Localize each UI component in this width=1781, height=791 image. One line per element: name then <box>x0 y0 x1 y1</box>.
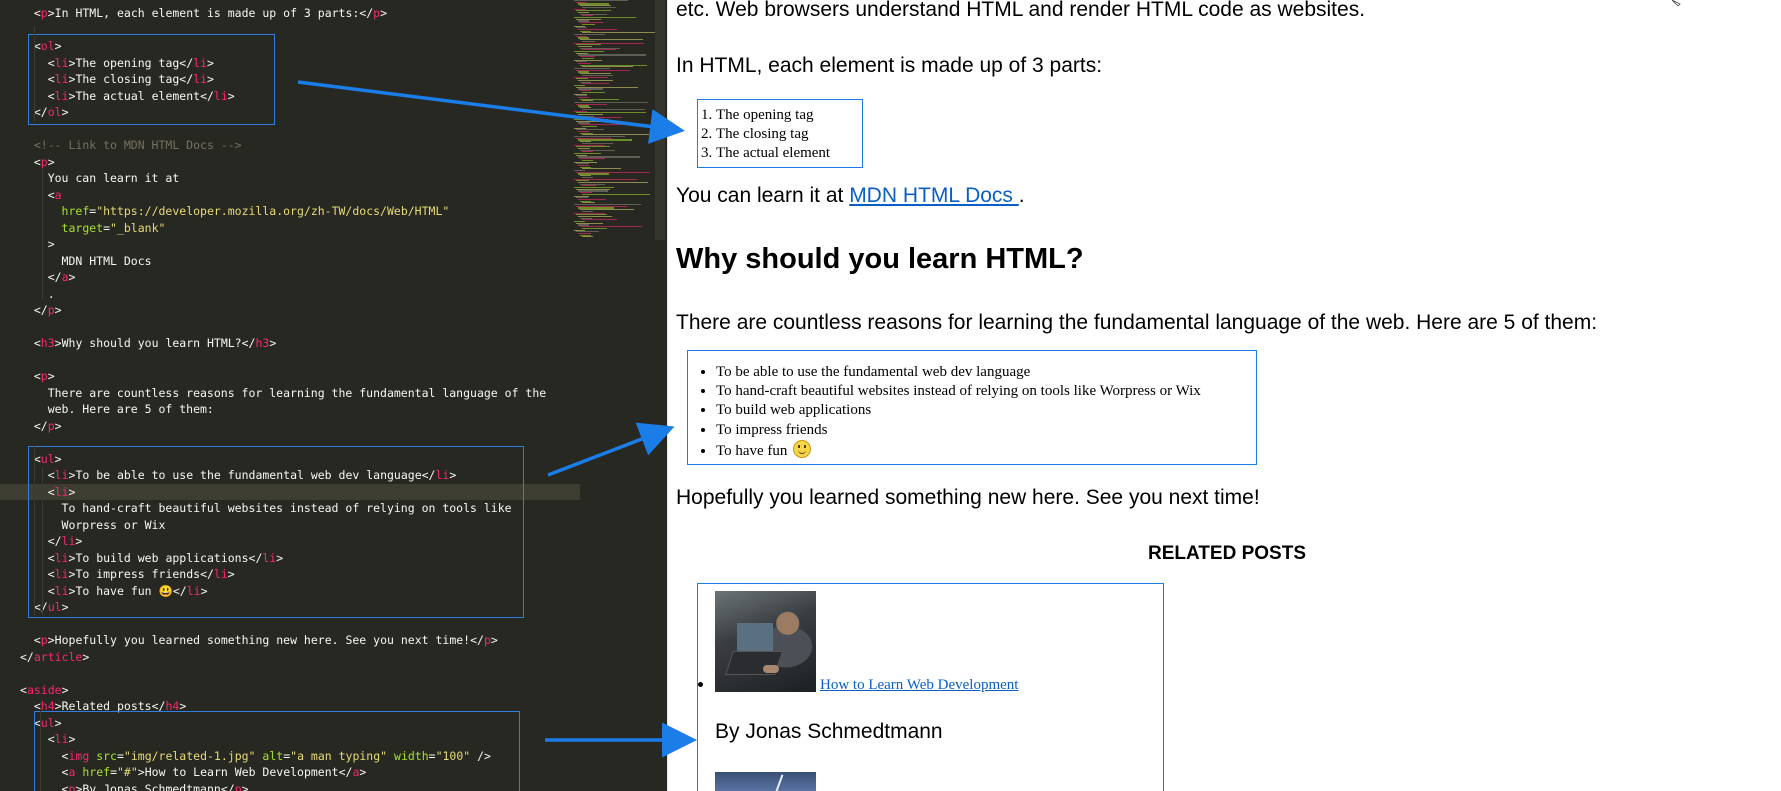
code-line[interactable]: <aside> <box>0 682 580 699</box>
code-line[interactable]: . <box>0 286 580 303</box>
learn-prefix: You can learn it at <box>676 184 850 207</box>
reasons-list-item: To build web applications <box>716 401 1256 420</box>
reasons-list-item: To have fun <box>716 439 1256 461</box>
indent-guide <box>42 467 43 615</box>
code-line[interactable]: </a> <box>0 269 580 286</box>
list-bullet <box>698 682 703 687</box>
minimap-line <box>582 227 607 229</box>
indent-guide <box>40 711 41 791</box>
minimap-line <box>582 168 622 170</box>
code-line[interactable]: <a <box>0 187 580 204</box>
reasons-paragraph: There are countless reasons for learning… <box>676 311 1598 334</box>
ordered-list: The opening tag The closing tag The actu… <box>698 106 862 164</box>
code-line[interactable]: <p>In HTML, each element is made up of 3… <box>0 5 580 22</box>
ul-highlight-box <box>28 446 524 618</box>
code-line[interactable]: There are countless reasons for learning… <box>0 385 580 402</box>
code-editor[interactable]: <p>In HTML, each element is made up of 3… <box>0 0 667 791</box>
code-line[interactable]: web. Here are 5 of them: <box>0 401 580 418</box>
intro-paragraph-tail: etc. Web browsers understand HTML and re… <box>676 0 1366 21</box>
aside-ul-highlight-box <box>34 711 520 791</box>
laptop-screen-shape <box>737 623 773 651</box>
code-line[interactable]: href="https://developer.mozilla.org/zh-T… <box>0 203 580 220</box>
reasons-list-item: To impress friends <box>716 421 1256 440</box>
related-post-link[interactable]: How to Learn Web Development <box>820 677 1018 694</box>
code-line[interactable]: <!-- Link to MDN HTML Docs --> <box>0 137 580 154</box>
minimap-scroll-region[interactable] <box>655 0 665 240</box>
code-line[interactable]: </article> <box>0 649 580 666</box>
indent-guide <box>42 170 43 300</box>
lightning-shape <box>772 774 784 791</box>
ol-highlight-box <box>28 34 275 125</box>
code-line[interactable]: <p> <box>0 368 580 385</box>
related-posts-heading: RELATED POSTS <box>1148 543 1306 564</box>
closing-paragraph: Hopefully you learned something new here… <box>676 486 1260 509</box>
fun-label: To have fun <box>716 442 788 459</box>
ordered-list-box: The opening tag The closing tag The actu… <box>697 99 863 168</box>
hand-shape <box>763 665 779 673</box>
minimap-line <box>582 219 617 221</box>
indent-guide <box>34 26 35 122</box>
indent-guide <box>34 446 35 616</box>
ordered-list-item: The actual element <box>716 144 862 163</box>
code-line[interactable]: <p>Hopefully you learned something new h… <box>0 632 580 649</box>
code-line[interactable]: > <box>0 236 580 253</box>
learn-suffix: . <box>1018 184 1025 207</box>
smiley-emoji-icon <box>793 439 812 458</box>
code-line[interactable]: <h3>Why should you learn HTML?</h3> <box>0 335 580 352</box>
reasons-list-item: To hand-craft beautiful websites instead… <box>716 382 1256 401</box>
ordered-list-item: The opening tag <box>716 106 862 125</box>
why-learn-heading: Why should you learn HTML? <box>676 243 1084 275</box>
minimap-line <box>582 193 651 195</box>
post-thumbnail-man-typing[interactable] <box>715 591 816 692</box>
related-post-author: By Jonas Schmedtmann <box>715 720 943 743</box>
code-line[interactable]: MDN HTML Docs <box>0 253 580 270</box>
minimap-line <box>582 108 645 110</box>
learn-paragraph: You can learn it at MDN HTML Docs . <box>676 184 1025 208</box>
code-line[interactable]: You can learn it at <box>0 170 580 187</box>
code-line[interactable]: </p> <box>0 418 580 435</box>
browser-preview: etc. Web browsers understand HTML and re… <box>667 0 1781 791</box>
mdn-docs-link[interactable]: MDN HTML Docs <box>849 184 1019 207</box>
code-line[interactable]: <p> <box>0 154 580 171</box>
minimap-line <box>582 83 609 85</box>
minimap[interactable] <box>570 0 665 240</box>
reasons-list-item: To be able to use the fundamental web de… <box>716 363 1256 382</box>
minimap-line <box>582 6 616 8</box>
mouse-cursor-icon <box>1672 0 1681 6</box>
code-line[interactable]: target="_blank" <box>0 220 580 237</box>
ordered-list-item: The closing tag <box>716 125 862 144</box>
parts-paragraph: In HTML, each element is made up of 3 pa… <box>676 54 1103 77</box>
post-thumbnail-lightning[interactable] <box>715 772 816 791</box>
code-line[interactable]: </p> <box>0 302 580 319</box>
unordered-list-box: To be able to use the fundamental web de… <box>687 350 1257 465</box>
reasons-list: To be able to use the fundamental web de… <box>688 363 1256 461</box>
minimap-line <box>582 236 594 238</box>
